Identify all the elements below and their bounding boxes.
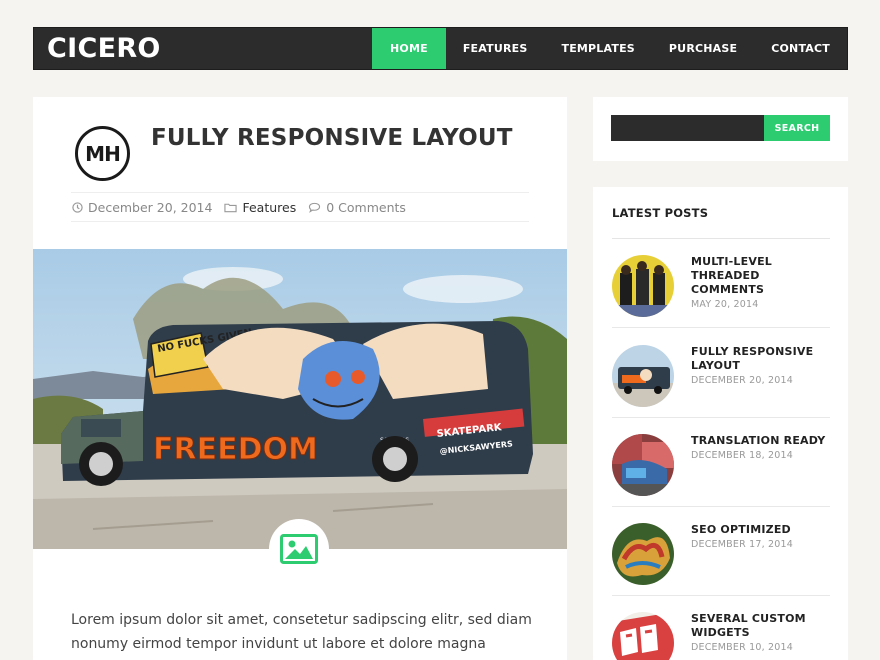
site-header: CICERO HOME FEATURES TEMPLATES PURCHASE … — [33, 27, 848, 70]
nav-features[interactable]: FEATURES — [446, 28, 545, 69]
latest-post-date: DECEMBER 10, 2014 — [691, 642, 793, 653]
bus-icon[interactable] — [612, 345, 674, 407]
image-icon — [280, 534, 318, 564]
post-title[interactable]: FULLY RESPONSIVE LAYOUT — [151, 125, 513, 151]
article-card: MH FULLY RESPONSIVE LAYOUT December 20, … — [33, 97, 567, 660]
nav-purchase[interactable]: PURCHASE — [652, 28, 754, 69]
post-meta: December 20, 2014 Features 0 Comments — [71, 192, 529, 222]
image-format-badge — [269, 519, 329, 579]
search-button[interactable]: SEARCH — [764, 115, 830, 141]
post-excerpt: Lorem ipsum dolor sit amet, consetetur s… — [71, 612, 532, 652]
latest-post-title[interactable]: FULLY RESPONSIVE LAYOUT — [691, 345, 831, 373]
comment-icon — [309, 202, 321, 213]
list-item[interactable]: MULTI-LEVEL THREADED COMMENTS MAY 20, 20… — [612, 239, 830, 328]
list-item[interactable]: SEO OPTIMIZED DECEMBER 17, 2014 — [612, 507, 830, 596]
nav-home[interactable]: HOME — [372, 28, 446, 69]
list-item[interactable]: TRANSLATION READY DECEMBER 18, 2014 — [612, 418, 830, 507]
nav-contact[interactable]: CONTACT — [754, 28, 847, 69]
post-comments-text[interactable]: 0 Comments — [326, 200, 406, 215]
list-item[interactable]: FULLY RESPONSIVE LAYOUT DECEMBER 20, 201… — [612, 329, 830, 418]
main-nav: HOME FEATURES TEMPLATES PURCHASE CONTACT — [372, 28, 847, 69]
post-date: December 20, 2014 — [72, 200, 212, 215]
list-item[interactable]: SEVERAL CUSTOM WIDGETS DECEMBER 10, 2014 — [612, 596, 830, 660]
band-icon[interactable] — [612, 255, 674, 317]
clock-icon — [72, 201, 83, 213]
graffiti-icon[interactable] — [612, 523, 674, 585]
bam-icon[interactable] — [612, 612, 674, 660]
featured-image[interactable]: NO FUCKS GIVEN FREEDOM SKATEPARK @NICKSA… — [33, 249, 567, 549]
street-art-icon[interactable] — [612, 434, 674, 496]
latest-post-date: DECEMBER 20, 2014 — [691, 375, 793, 386]
graffiti-main-text: FREEDOM — [153, 432, 318, 467]
post-category[interactable]: Features — [224, 200, 296, 215]
post-category-link[interactable]: Features — [242, 200, 296, 215]
latest-posts-widget: LATEST POSTS MULTI-LEVEL THREADED COMMEN… — [593, 187, 848, 660]
search-input[interactable] — [611, 115, 764, 141]
latest-post-title[interactable]: TRANSLATION READY — [691, 434, 831, 448]
nav-templates[interactable]: TEMPLATES — [544, 28, 651, 69]
search-widget: SEARCH — [593, 97, 848, 161]
widget-title: LATEST POSTS — [612, 206, 709, 220]
latest-post-title[interactable]: SEVERAL CUSTOM WIDGETS — [691, 612, 831, 640]
folder-icon — [224, 203, 238, 212]
latest-post-title[interactable]: MULTI-LEVEL THREADED COMMENTS — [691, 255, 831, 297]
post-comments[interactable]: 0 Comments — [308, 200, 406, 215]
latest-post-title[interactable]: SEO OPTIMIZED — [691, 523, 831, 537]
latest-post-date: MAY 20, 2014 — [691, 299, 759, 310]
author-logo: MH — [75, 126, 130, 181]
site-logo[interactable]: CICERO — [34, 28, 372, 69]
post-date-text: December 20, 2014 — [88, 199, 213, 215]
latest-post-date: DECEMBER 17, 2014 — [691, 539, 793, 550]
latest-post-date: DECEMBER 18, 2014 — [691, 450, 793, 461]
